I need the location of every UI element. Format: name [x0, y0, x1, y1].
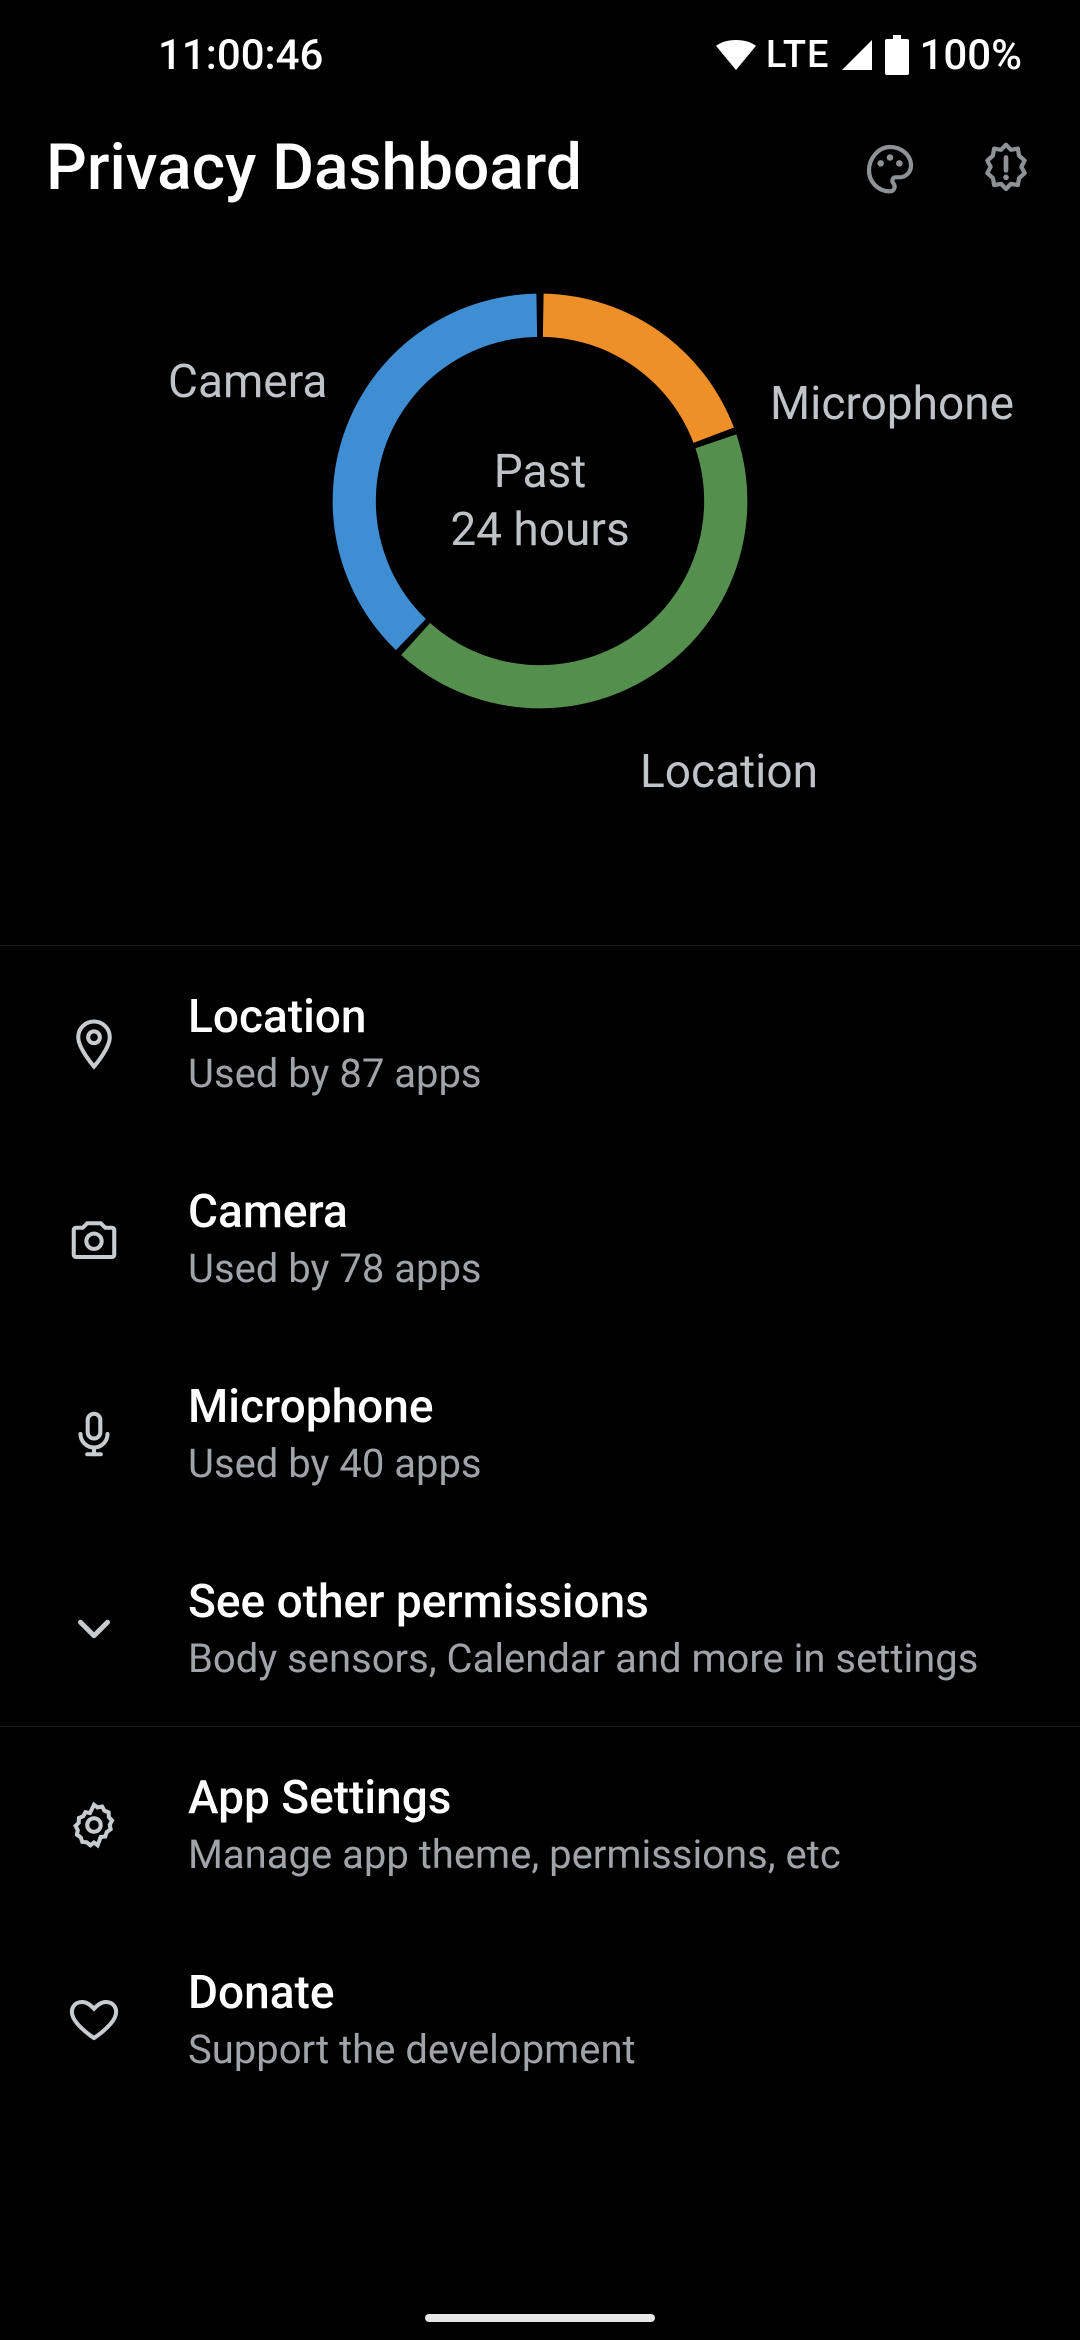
microphone-icon: [0, 1407, 188, 1461]
status-bar: 11:00:46 LTE 100%: [0, 0, 1080, 110]
list-item-title: Location: [188, 990, 1040, 1044]
list-item-subtitle: Used by 78 apps: [188, 1245, 1040, 1292]
usage-donut-chart: Past 24 hours Camera Microphone Location: [0, 245, 1080, 945]
app-bar-actions: [862, 140, 1034, 196]
list-item-subtitle: Used by 40 apps: [188, 1440, 1040, 1487]
page-title: Privacy Dashboard: [46, 130, 862, 205]
list-item-title: Microphone: [188, 1380, 1040, 1434]
list-item-title: Camera: [188, 1185, 1040, 1239]
list-item-subtitle: Used by 87 apps: [188, 1050, 1040, 1097]
gear-icon: [0, 1798, 188, 1852]
chart-label-location: Location: [640, 745, 818, 799]
list-item-subtitle: Body sensors, Calendar and more in setti…: [188, 1635, 1040, 1682]
location-pin-icon: [0, 1017, 188, 1071]
list-item-app-settings[interactable]: App Settings Manage app theme, permissio…: [0, 1727, 1080, 1922]
chevron-down-icon: [0, 1602, 188, 1656]
donut-center-line1: Past: [494, 445, 587, 499]
list-item-camera[interactable]: Camera Used by 78 apps: [0, 1141, 1080, 1336]
list-item-subtitle: Support the development: [188, 2026, 1040, 2073]
palette-icon[interactable]: [862, 140, 918, 196]
battery-percentage: 100%: [919, 31, 1022, 80]
list-item-title: Donate: [188, 1966, 1040, 2020]
list-item-other-permissions[interactable]: See other permissions Body sensors, Cale…: [0, 1531, 1080, 1726]
new-release-icon[interactable]: [978, 140, 1034, 196]
list-item-title: App Settings: [188, 1771, 1040, 1825]
list-item-donate[interactable]: Donate Support the development: [0, 1922, 1080, 2117]
battery-icon: [885, 35, 909, 75]
chart-label-microphone: Microphone: [770, 377, 1014, 431]
cellular-signal-icon: [839, 37, 875, 73]
network-lte-label: LTE: [766, 33, 830, 77]
donut-center-label: Past 24 hours: [324, 285, 756, 717]
navigation-home-indicator[interactable]: [425, 2314, 655, 2322]
list-item-title: See other permissions: [188, 1575, 1040, 1629]
wifi-icon: [716, 39, 756, 71]
status-right: LTE 100%: [716, 31, 1022, 80]
status-time: 11:00:46: [158, 31, 323, 80]
permissions-list: Location Used by 87 apps Camera Used by …: [0, 946, 1080, 2117]
app-bar: Privacy Dashboard: [0, 110, 1080, 245]
list-item-microphone[interactable]: Microphone Used by 40 apps: [0, 1336, 1080, 1531]
chart-label-camera: Camera: [168, 355, 327, 409]
camera-icon: [0, 1212, 188, 1266]
list-item-location[interactable]: Location Used by 87 apps: [0, 946, 1080, 1141]
donut-center-line2: 24 hours: [450, 503, 629, 557]
heart-icon: [0, 1993, 188, 2047]
list-item-subtitle: Manage app theme, permissions, etc: [188, 1831, 1040, 1878]
